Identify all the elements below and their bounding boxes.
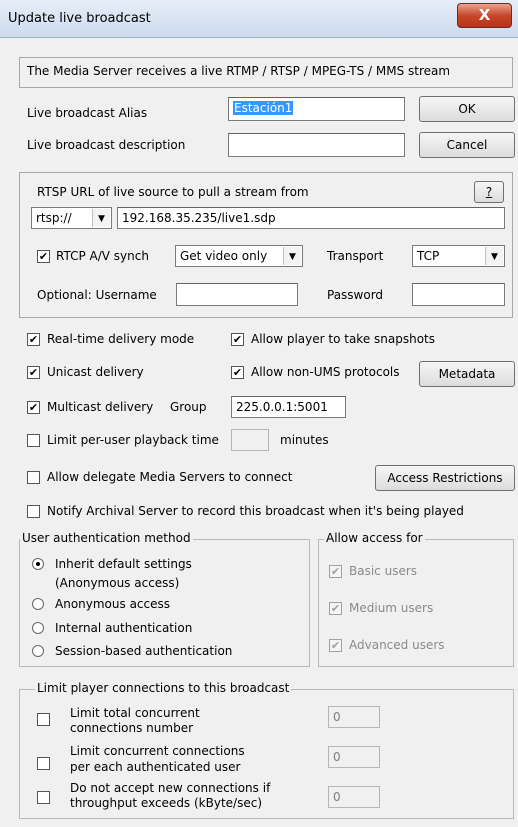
- realtime-checkbox[interactable]: ✔: [27, 333, 40, 346]
- rtcp-checkbox[interactable]: ✔: [37, 250, 50, 263]
- anonymous-label: Anonymous access: [55, 597, 171, 611]
- transport-label: Transport: [327, 249, 384, 263]
- help-button[interactable]: ?: [474, 181, 504, 203]
- inherit-radio[interactable]: [32, 558, 44, 570]
- rtsp-url-input[interactable]: 192.168.35.235/live1.sdp: [117, 207, 505, 229]
- description-input[interactable]: [228, 133, 405, 157]
- limit-per-user-label-2: per each authenticated user: [70, 760, 241, 774]
- medium-users-checkbox[interactable]: ✔: [329, 602, 342, 615]
- limit-per-user-checkbox[interactable]: [37, 757, 50, 770]
- rtcp-label: RTCP A/V synch: [56, 249, 149, 263]
- medium-users-label: Medium users: [349, 601, 434, 615]
- internal-radio[interactable]: [32, 622, 44, 634]
- limit-throughput-label-1: Do not accept new connections if: [70, 781, 271, 795]
- scheme-select[interactable]: rtsp:// ▼: [31, 207, 112, 229]
- limit-time-label: Limit per-user playback time: [47, 433, 219, 447]
- multicast-checkbox[interactable]: ✔: [27, 401, 40, 414]
- unicast-checkbox[interactable]: ✔: [27, 366, 40, 379]
- chevron-down-icon: ▼: [283, 247, 301, 265]
- inherit-sub-label: (Anonymous access): [55, 576, 180, 590]
- minutes-input[interactable]: [231, 429, 269, 451]
- internal-label: Internal authentication: [55, 621, 193, 635]
- description-label: Live broadcast description: [27, 138, 186, 152]
- limit-total-input[interactable]: 0: [328, 706, 380, 728]
- advanced-users-checkbox[interactable]: ✔: [329, 639, 342, 652]
- window-title: Update live broadcast: [8, 11, 151, 26]
- ok-button[interactable]: OK: [419, 96, 515, 122]
- username-input[interactable]: [176, 283, 298, 306]
- access-legend: Allow access for: [324, 531, 425, 545]
- alias-value: Estación1: [233, 101, 294, 115]
- limit-time-checkbox[interactable]: [27, 434, 40, 447]
- metadata-button[interactable]: Metadata: [419, 361, 515, 387]
- banner-text: The Media Server receives a live RTMP / …: [27, 64, 451, 78]
- anonymous-radio[interactable]: [32, 598, 44, 610]
- basic-users-checkbox[interactable]: ✔: [329, 565, 342, 578]
- limit-total-checkbox[interactable]: [37, 713, 50, 726]
- limit-per-user-label-1: Limit concurrent connections: [70, 744, 245, 758]
- scheme-value: rtsp://: [36, 211, 72, 225]
- limit-throughput-checkbox[interactable]: [37, 791, 50, 804]
- basic-users-label: Basic users: [349, 564, 418, 578]
- notify-checkbox[interactable]: [27, 505, 40, 518]
- notify-label: Notify Archival Server to record this br…: [47, 504, 464, 518]
- transport-value: TCP: [417, 249, 440, 263]
- transport-select[interactable]: TCP ▼: [412, 245, 505, 267]
- inherit-label: Inherit default settings: [55, 557, 192, 571]
- limit-throughput-label-2: throughput exceeds (kByte/sec): [70, 796, 263, 810]
- username-label: Optional: Username: [37, 288, 157, 302]
- snapshots-label: Allow player to take snapshots: [251, 332, 436, 346]
- password-input[interactable]: [412, 283, 505, 306]
- advanced-users-label: Advanced users: [349, 638, 445, 652]
- snapshots-checkbox[interactable]: ✔: [231, 333, 244, 346]
- access-restrictions-button[interactable]: Access Restrictions: [375, 465, 515, 491]
- password-label: Password: [327, 288, 384, 302]
- limit-total-label-1: Limit total concurrent: [70, 706, 200, 720]
- unicast-label: Unicast delivery: [47, 365, 144, 379]
- session-radio[interactable]: [32, 645, 44, 657]
- close-button[interactable]: X: [457, 3, 512, 28]
- session-label: Session-based authentication: [55, 644, 233, 658]
- video-mode-select[interactable]: Get video only ▼: [175, 245, 303, 267]
- auth-legend: User authentication method: [20, 531, 193, 545]
- delegate-label: Allow delegate Media Servers to connect: [47, 470, 293, 484]
- alias-label: Live broadcast Alias: [27, 106, 148, 120]
- non-ums-checkbox[interactable]: ✔: [231, 366, 244, 379]
- group-label: Group: [170, 400, 207, 414]
- limit-total-label-2: connections number: [70, 721, 194, 735]
- limit-per-user-input[interactable]: 0: [328, 746, 380, 768]
- limits-legend: Limit player connections to this broadca…: [35, 681, 292, 695]
- rtsp-heading: RTSP URL of live source to pull a stream…: [37, 185, 309, 199]
- non-ums-label: Allow non-UMS protocols: [251, 365, 400, 379]
- group-input[interactable]: 225.0.0.1:5001: [231, 396, 346, 418]
- minutes-label: minutes: [280, 433, 329, 447]
- realtime-label: Real-time delivery mode: [47, 332, 195, 346]
- chevron-down-icon: ▼: [485, 247, 503, 265]
- delegate-checkbox[interactable]: [27, 471, 40, 484]
- chevron-down-icon: ▼: [92, 209, 110, 227]
- alias-input[interactable]: Estación1: [228, 97, 405, 121]
- video-mode-value: Get video only: [180, 249, 268, 263]
- cancel-button[interactable]: Cancel: [419, 132, 515, 158]
- limit-throughput-input[interactable]: 0: [328, 786, 380, 808]
- multicast-label: Multicast delivery: [47, 400, 154, 414]
